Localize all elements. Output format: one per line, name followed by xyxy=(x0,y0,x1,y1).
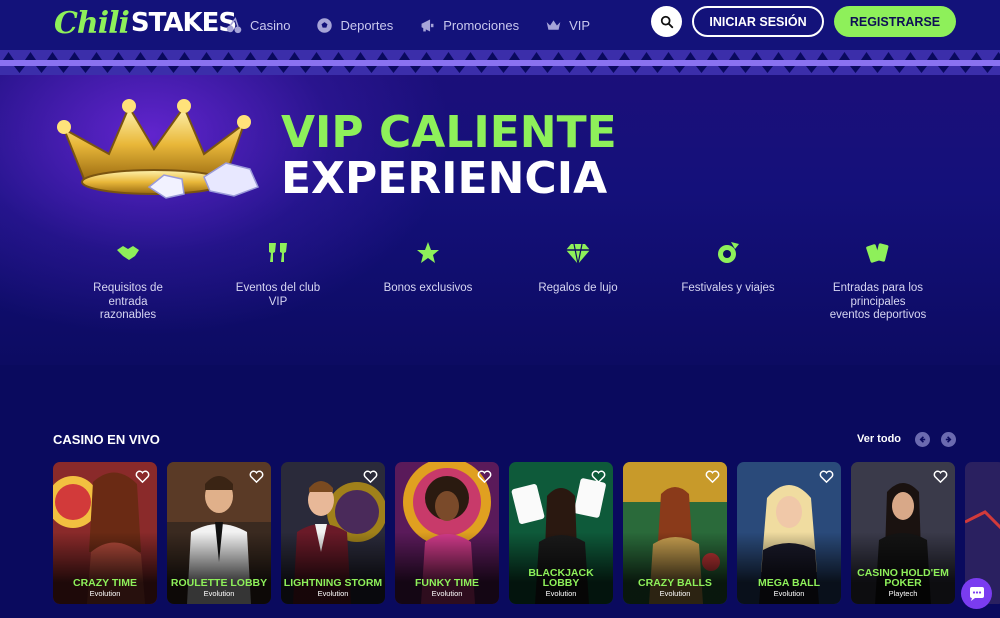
crown-icon xyxy=(546,19,561,30)
game-card-crazy-time[interactable]: CRAZY TIME Evolution xyxy=(53,462,157,604)
game-card-casino-holdem-poker[interactable]: CASINO HOLD'EM POKER Playtech xyxy=(851,462,955,604)
game-provider: Playtech xyxy=(888,589,918,598)
favorite-heart-icon[interactable] xyxy=(249,469,264,484)
crown-icon xyxy=(57,99,260,199)
nav-promociones[interactable]: Promociones xyxy=(419,17,519,34)
logo-part-chili: Chili xyxy=(54,5,130,41)
feature-label: Eventos del club VIP xyxy=(235,282,321,308)
game-provider: Evolution xyxy=(89,589,121,598)
feature-label: Requisitos de entrada razonables xyxy=(93,282,163,321)
favorite-heart-icon[interactable] xyxy=(591,469,606,484)
game-title: CRAZY TIME xyxy=(73,577,137,589)
cherry-icon xyxy=(226,16,242,33)
logo-part-stakes: STAKES xyxy=(130,8,237,38)
see-all-link[interactable]: Ver todo xyxy=(857,433,901,445)
game-title: MEGA BALL xyxy=(757,577,821,589)
feature-item: Regalos de lujo xyxy=(503,240,653,296)
game-provider: Evolution xyxy=(545,589,577,598)
game-card-crazy-balls[interactable]: CRAZY BALLS Evolution xyxy=(623,462,727,604)
game-title: ROULETTE LOBBY xyxy=(170,577,268,589)
live-casino-title: CASINO EN VIVO xyxy=(53,432,160,447)
feature-label: Bonos exclusivos xyxy=(383,282,473,294)
favorite-heart-icon[interactable] xyxy=(933,469,948,484)
nav-casino-label: Casino xyxy=(250,17,291,33)
game-card-roulette-lobby[interactable]: ROULETTE LOBBY Evolution xyxy=(167,462,271,604)
hero-title-line2: EXPERIENCIA xyxy=(281,153,608,204)
favorite-heart-icon[interactable] xyxy=(477,469,492,484)
favorite-heart-icon[interactable] xyxy=(705,469,720,484)
search-icon xyxy=(660,15,673,28)
decorative-band xyxy=(0,50,1000,75)
soccer-ball-icon xyxy=(317,17,333,33)
handshake-icon xyxy=(117,246,139,260)
game-provider: Evolution xyxy=(431,589,463,598)
favorite-heart-icon[interactable] xyxy=(363,469,378,484)
login-button[interactable]: INICIAR SESIÓN xyxy=(692,6,824,37)
feature-item: Requisitos de entrada razonables xyxy=(53,240,203,323)
chat-button[interactable] xyxy=(961,578,992,609)
arrow-right-icon xyxy=(945,436,952,443)
feature-item: Bonos exclusivos xyxy=(353,240,503,296)
triangle-pattern xyxy=(0,50,1000,75)
register-button[interactable]: REGISTRARSE xyxy=(834,6,956,37)
hero-title-line1: VIP CALIENTE xyxy=(281,107,617,158)
arrow-left-icon xyxy=(919,436,926,443)
nav-casino[interactable]: Casino xyxy=(226,16,291,34)
main-nav: Casino Deportes Promociones VIP xyxy=(226,0,590,50)
feature-item: Eventos del club VIP xyxy=(203,240,353,309)
champagne-glasses-icon xyxy=(269,243,287,262)
diamond-icon xyxy=(566,243,590,265)
tickets-icon xyxy=(866,243,889,263)
game-title: CASINO HOLD'EM POKER xyxy=(857,567,949,589)
game-card-blackjack-lobby[interactable]: BLACKJACK LOBBY Evolution xyxy=(509,462,613,604)
game-title: CRAZY BALLS xyxy=(638,577,712,589)
star-icon xyxy=(417,242,439,263)
carousel-next-button[interactable] xyxy=(941,432,956,447)
live-casino-carousel: CRAZY TIME Evolution ROULETTE LOBBY Evol… xyxy=(53,462,1000,604)
game-provider: Evolution xyxy=(317,589,349,598)
game-provider: Evolution xyxy=(773,589,805,598)
nav-promociones-label: Promociones xyxy=(443,17,520,33)
chat-bubble-icon xyxy=(969,586,984,601)
feature-label: Entradas para los principales eventos de… xyxy=(829,282,927,321)
game-title: FUNKY TIME xyxy=(415,577,479,589)
nav-deportes[interactable]: Deportes xyxy=(316,17,393,34)
feature-label: Festivales y viajes xyxy=(681,282,775,294)
game-card-mega-ball[interactable]: MEGA BALL Evolution xyxy=(737,462,841,604)
favorite-heart-icon[interactable] xyxy=(819,469,834,484)
feature-label: Regalos de lujo xyxy=(538,282,618,294)
vip-features: Requisitos de entrada razonables Eventos… xyxy=(53,240,956,340)
nav-vip[interactable]: VIP xyxy=(545,17,590,34)
game-title: LIGHTNING STORM xyxy=(283,577,383,589)
nav-deportes-label: Deportes xyxy=(340,17,394,33)
game-title: BLACKJACK LOBBY xyxy=(528,567,594,589)
feature-item: Entradas para los principales eventos de… xyxy=(803,240,953,323)
chilistakes-logo[interactable]: Chili STAKES xyxy=(54,5,237,41)
search-button[interactable] xyxy=(651,6,682,37)
favorite-heart-icon[interactable] xyxy=(135,469,150,484)
game-provider: Evolution xyxy=(659,589,691,598)
nav-vip-label: VIP xyxy=(569,17,591,33)
feature-item: Festivales y viajes xyxy=(653,240,803,296)
game-provider: Evolution xyxy=(203,589,235,598)
carousel-prev-button[interactable] xyxy=(915,432,930,447)
megaphone-icon xyxy=(421,19,434,31)
game-card-funky-time[interactable]: FUNKY TIME Evolution xyxy=(395,462,499,604)
festival-icon xyxy=(718,242,739,263)
top-header: Chili STAKES Casino Deportes Promociones… xyxy=(0,0,1000,50)
game-card-lightning-storm[interactable]: LIGHTNING STORM Evolution xyxy=(281,462,385,604)
